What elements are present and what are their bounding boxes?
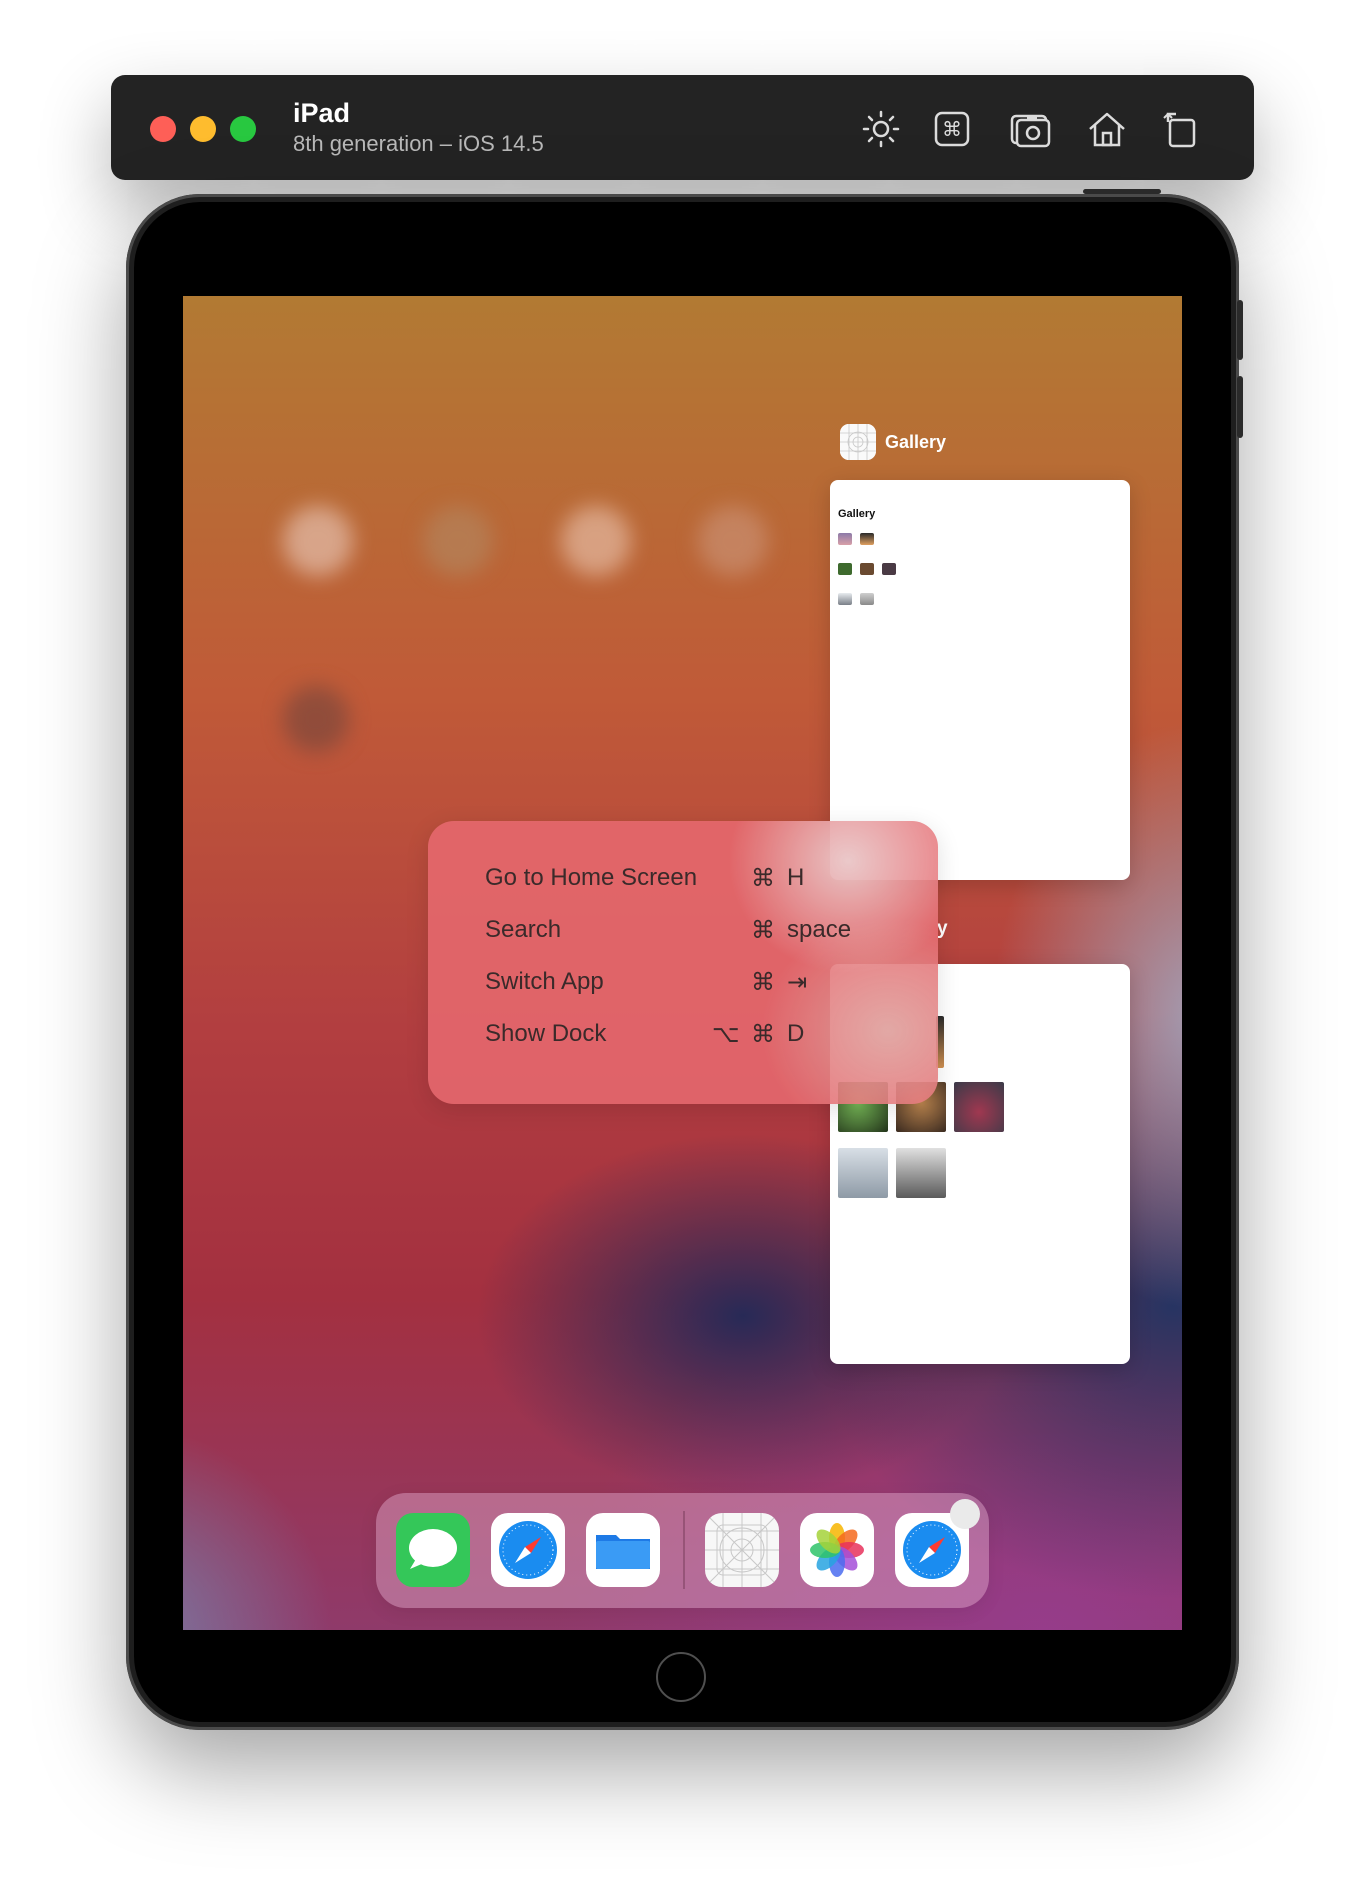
blurred-app-icon — [283, 686, 349, 752]
home-button[interactable] — [656, 1652, 706, 1702]
files-icon[interactable] — [586, 1513, 660, 1587]
photo-thumbnail — [838, 1148, 888, 1198]
command-icon[interactable]: ⌘ — [929, 106, 975, 152]
shortcut-label: Show Dock — [485, 1020, 607, 1047]
command-key-glyph: ⌘ — [751, 917, 775, 944]
photo-thumbnail — [860, 563, 874, 575]
device-name: iPad — [293, 98, 351, 128]
command-key-glyph: ⌘ — [751, 865, 775, 892]
ipad-screen: Gallery Gallery y Go to Home Screen ⌘ H … — [183, 296, 1182, 1630]
photo-thumbnail — [838, 533, 852, 545]
blurred-app-icon — [283, 506, 353, 576]
rotate-icon[interactable] — [1158, 106, 1204, 152]
photos-icon[interactable] — [800, 1513, 874, 1587]
keyboard-shortcuts-hud: Go to Home Screen ⌘ H Search ⌘ space Swi… — [428, 821, 938, 1104]
blurred-app-icon — [561, 506, 631, 576]
brightness-icon[interactable] — [858, 106, 904, 152]
shortcut-row-search[interactable]: Search ⌘ space — [485, 916, 905, 950]
app-switcher-card[interactable]: Gallery — [830, 480, 1130, 880]
command-key-glyph: ⌘ — [751, 969, 775, 996]
tab-key-glyph: ⇥ — [787, 969, 808, 996]
blurred-app-icon — [423, 506, 493, 576]
safari-icon[interactable] — [491, 1513, 565, 1587]
home-icon[interactable] — [1084, 106, 1130, 152]
dock-divider — [683, 1511, 685, 1589]
photo-thumbnail — [954, 1082, 1004, 1132]
app-switcher-app-name: Gallery — [885, 432, 947, 452]
simulator-toolbar — [111, 75, 1254, 180]
card-title: Gallery — [838, 508, 876, 520]
screenshot-camera-icon[interactable] — [1007, 106, 1053, 152]
photo-thumbnail — [882, 563, 896, 575]
gallery-app-icon[interactable] — [705, 1513, 779, 1587]
top-button — [1083, 189, 1161, 194]
shortcut-row-switch-app[interactable]: Switch App ⌘ ⇥ — [485, 968, 905, 1002]
photo-thumbnail — [860, 533, 874, 545]
volume-down-button — [1237, 376, 1243, 438]
messages-icon[interactable] — [396, 1513, 470, 1587]
command-key-glyph: ⌘ — [751, 1021, 775, 1048]
shortcut-label: Search — [485, 916, 562, 943]
key-glyph: D — [787, 1020, 805, 1047]
photo-thumbnail — [838, 563, 852, 575]
photo-thumbnail — [838, 593, 852, 605]
zoom-window-button[interactable] — [230, 116, 256, 142]
volume-up-button — [1237, 300, 1243, 360]
shortcut-row-home-screen[interactable]: Go to Home Screen ⌘ H — [485, 864, 905, 898]
shortcut-label: Go to Home Screen — [485, 864, 698, 891]
device-os-version: 8th generation – iOS 14.5 — [293, 131, 544, 156]
notification-badge — [950, 1499, 980, 1529]
shortcut-row-show-dock[interactable]: Show Dock ⌥ ⌘ D — [485, 1020, 905, 1054]
close-window-button[interactable] — [150, 116, 176, 142]
photo-thumbnail — [896, 1148, 946, 1198]
svg-text:⌘: ⌘ — [942, 117, 962, 141]
blurred-app-icon — [698, 506, 768, 576]
photo-thumbnail — [860, 593, 874, 605]
shortcut-label: Switch App — [485, 968, 604, 995]
key-glyph: H — [787, 864, 805, 891]
gallery-app-icon — [840, 424, 876, 460]
minimize-window-button[interactable] — [190, 116, 216, 142]
option-key-glyph: ⌥ — [712, 1021, 740, 1048]
key-glyph: space — [787, 916, 852, 943]
app-switcher-app-name-partial: y — [937, 918, 948, 939]
